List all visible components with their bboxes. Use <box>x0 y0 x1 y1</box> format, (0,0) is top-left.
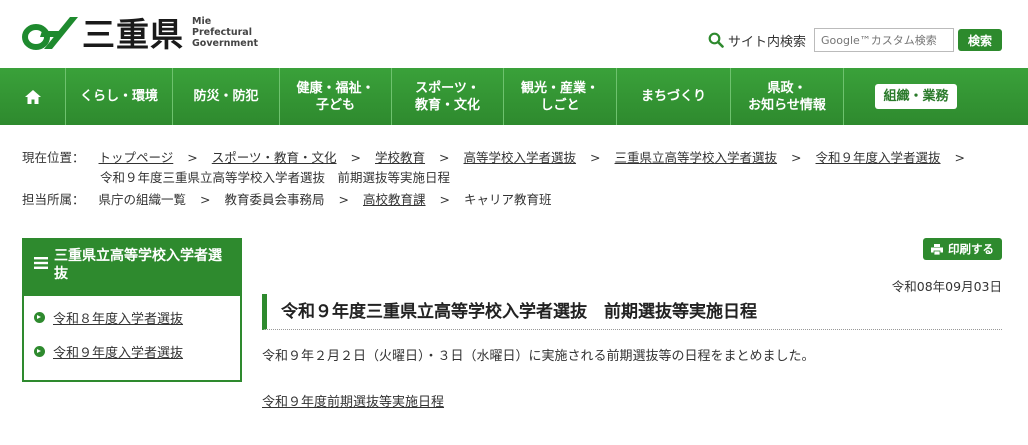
print-label: 印刷する <box>948 242 994 256</box>
nav-home[interactable] <box>0 68 66 125</box>
breadcrumb-location: 現在位置： トップページ > スポーツ・教育・文化 > 学校教育 > 高等学校入… <box>22 148 1012 168</box>
home-icon <box>24 89 41 104</box>
logo-en-line2: Prefectural <box>192 26 252 38</box>
nav-label: くらし・環境 <box>79 89 158 104</box>
breadcrumb-department: 担当所属： 県庁の組織一覧 > 教育委員会事務局 > 高校教育課 > キャリア教… <box>22 190 1012 210</box>
breadcrumb-separator: > <box>338 192 350 207</box>
breadcrumb-separator: > <box>791 150 802 165</box>
body-text: 令和９年２月２日（火曜日）・３日（水曜日）に実施される前期選抜等の日程をまとめま… <box>262 349 815 364</box>
schedule-link[interactable]: 令和９年度前期選抜等実施日程 <box>262 391 444 410</box>
logo-en-line3: Government <box>192 37 259 49</box>
breadcrumb-link-highschool[interactable]: 高等学校入学者選抜 <box>464 148 577 168</box>
breadcrumb-separator: > <box>590 150 601 165</box>
breadcrumb-link-prefectural[interactable]: 三重県立高等学校入学者選抜 <box>615 148 778 168</box>
site-search: サイト内検索 検索 <box>708 28 1002 52</box>
nav-label: スポーツ・ 教育・文化 <box>414 80 480 113</box>
search-icon <box>708 32 724 48</box>
breadcrumb-separator: > <box>954 150 966 165</box>
arrow-bullet-icon <box>34 312 45 323</box>
nav-item-life-environment[interactable]: くらし・環境 <box>66 68 173 125</box>
arrow-bullet-icon <box>34 346 45 357</box>
nav-item-tourism-industry[interactable]: 観光・産業・ しごと <box>504 68 617 125</box>
sidebar-link[interactable]: 令和８年度入学者選抜 <box>53 308 183 327</box>
nav-item-organization[interactable]: 組織・業務 <box>844 68 988 125</box>
nav-item-disaster-prevention[interactable]: 防災・防犯 <box>173 68 280 125</box>
menu-icon <box>34 257 48 269</box>
search-label: サイト内検索 <box>727 34 806 50</box>
site-logo[interactable]: 三重県 Mie Prefectural Government <box>22 8 258 56</box>
logo-kanji: 三重県 <box>82 15 184 54</box>
breadcrumb-dept-item: キャリア教育班 <box>464 192 552 207</box>
nav-item-health-welfare[interactable]: 健康・福祉・ 子ども <box>280 68 392 125</box>
breadcrumb-link-dept[interactable]: 高校教育課 <box>363 190 426 210</box>
breadcrumb-dept-label: 担当所属： <box>22 192 85 207</box>
mie-logo-mark <box>22 17 78 50</box>
breadcrumb-separator: > <box>439 150 450 165</box>
breadcrumb-separator: > <box>350 150 362 165</box>
page-title: 令和９年度三重県立高等学校入学者選抜 前期選抜等実施日程 <box>262 294 1002 330</box>
sidebar-title: 三重県立高等学校入学者選抜 <box>54 248 222 282</box>
publish-date: 令和08年09月03日 <box>891 279 1002 294</box>
nav-item-sports-education[interactable]: スポーツ・ 教育・文化 <box>392 68 504 125</box>
sidebar: 三重県立高等学校入学者選抜 令和８年度入学者選抜 令和９年度入学者選抜 <box>22 238 242 382</box>
breadcrumb-separator: > <box>200 192 211 207</box>
sidebar-header: 三重県立高等学校入学者選抜 <box>24 238 240 296</box>
breadcrumb-current: 令和９年度三重県立高等学校入学者選抜 前期選抜等実施日程 <box>100 170 451 185</box>
nav-label: 健康・福祉・ 子ども <box>296 80 375 113</box>
nav-label: 県政・ お知らせ情報 <box>748 80 826 113</box>
nav-label: 組織・業務 <box>875 84 957 109</box>
global-nav: くらし・環境 防災・防犯 健康・福祉・ 子ども スポーツ・ 教育・文化 観光・産… <box>0 68 1028 125</box>
nav-item-town-planning[interactable]: まちづくり <box>617 68 731 125</box>
breadcrumb-dept-item: 県庁の組織一覧 <box>98 192 187 207</box>
search-input[interactable] <box>813 28 954 52</box>
breadcrumb-separator: > <box>187 150 198 165</box>
print-button[interactable]: 印刷する <box>923 238 1002 260</box>
sidebar-item-r8[interactable]: 令和８年度入学者選抜 <box>34 308 230 327</box>
sidebar-link[interactable]: 令和９年度入学者選抜 <box>53 342 183 361</box>
breadcrumb-link-sports[interactable]: スポーツ・教育・文化 <box>212 148 337 168</box>
sidebar-item-r9[interactable]: 令和９年度入学者選抜 <box>34 342 230 361</box>
breadcrumb-link-top[interactable]: トップページ <box>99 148 174 168</box>
logo-en-line1: Mie <box>192 15 212 27</box>
sidebar-list: 令和８年度入学者選抜 令和９年度入学者選抜 <box>24 296 240 388</box>
breadcrumb-link-r9[interactable]: 令和９年度入学者選抜 <box>816 148 941 168</box>
breadcrumb-current-row: 令和９年度三重県立高等学校入学者選抜 前期選抜等実施日程 <box>22 168 1012 188</box>
search-button[interactable]: 検索 <box>957 29 1002 51</box>
nav-item-prefectural-info[interactable]: 県政・ お知らせ情報 <box>731 68 844 125</box>
nav-label: まちづくり <box>640 89 706 104</box>
logo-english: Mie Prefectural Government <box>192 16 258 49</box>
nav-label: 観光・産業・ しごと <box>520 80 599 113</box>
site-header: 三重県 Mie Prefectural Government サイト内検索 検索 <box>0 0 1028 68</box>
breadcrumb-separator: > <box>439 192 451 207</box>
breadcrumb-dept-item: 教育委員会事務局 <box>224 192 325 207</box>
nav-label: 防災・防犯 <box>193 89 259 104</box>
breadcrumb-link-school[interactable]: 学校教育 <box>375 148 425 168</box>
breadcrumb-location-label: 現在位置： <box>22 150 85 165</box>
printer-icon <box>931 243 943 255</box>
breadcrumb: 現在位置： トップページ > スポーツ・教育・文化 > 学校教育 > 高等学校入… <box>22 148 1012 210</box>
